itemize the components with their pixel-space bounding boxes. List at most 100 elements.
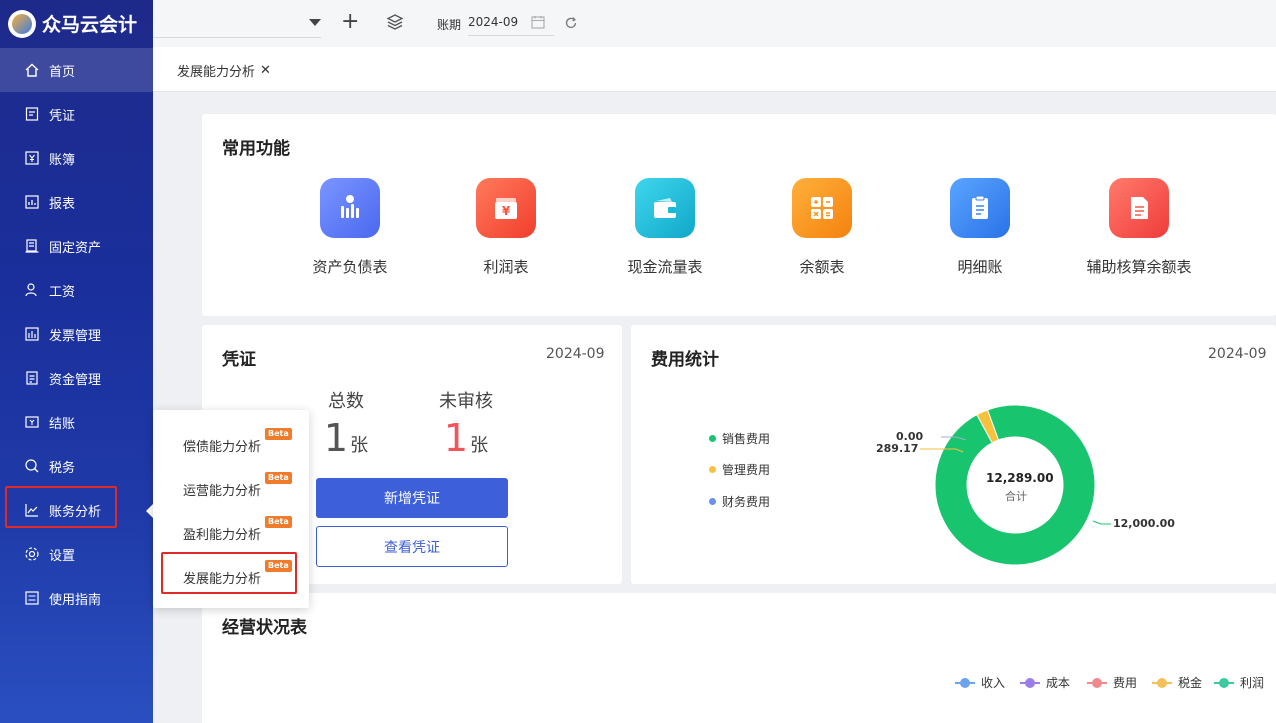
unreviewed-value: 1 — [443, 416, 469, 460]
legend-line — [1214, 677, 1234, 688]
beta-badge: Beta — [265, 472, 292, 484]
sidebar-item-label: 使用指南 — [49, 592, 102, 608]
common-functions-card: 常用功能 资产负债表 ¥ 利润表 现金流量表 余额表 明细账 辅助核算余额表 — [202, 114, 1276, 316]
leader-line-sales — [1092, 520, 1111, 525]
svg-text:¥: ¥ — [502, 204, 511, 218]
voucher-unreviewed-stat[interactable]: 未审核 1张 — [416, 387, 516, 467]
beta-badge: Beta — [265, 428, 292, 440]
legend-item-tax[interactable]: 税金 — [1152, 674, 1202, 691]
sidebar-item-label: 账簿 — [49, 152, 76, 168]
slice-label-sales: 12,000.00 — [1113, 517, 1175, 530]
submenu-label: 盈利能力分析 — [183, 528, 262, 543]
sidebar-item-label: 结账 — [49, 416, 76, 432]
document-icon — [1109, 178, 1169, 238]
submenu-label: 运营能力分析 — [183, 484, 262, 499]
legend-item-cost[interactable]: 成本 — [1020, 674, 1070, 691]
sidebar-item-invoice[interactable]: 发票管理 — [0, 312, 153, 356]
sidebar-item-tax[interactable]: 税务 — [0, 444, 153, 488]
close-icon[interactable]: ✕ — [260, 63, 271, 78]
func-detail-ledger[interactable]: 明细账 — [910, 178, 1050, 277]
sidebar-item-report[interactable]: 报表 — [0, 180, 153, 224]
sidebar-item-settings[interactable]: 设置 — [0, 532, 153, 576]
donut-center-label: 合计 — [1005, 490, 1027, 503]
report-icon — [24, 194, 40, 210]
func-label: 现金流量表 — [627, 258, 703, 276]
legend-line — [955, 677, 975, 688]
common-functions-title: 常用功能 — [222, 139, 290, 159]
func-label: 辅助核算余额表 — [1086, 258, 1192, 276]
fund-icon — [24, 370, 40, 386]
legend-item-profit[interactable]: 利润 — [1214, 674, 1264, 691]
layers-icon[interactable] — [386, 13, 404, 35]
total-unit: 张 — [350, 435, 369, 456]
fixed-asset-icon — [24, 238, 40, 254]
slice-label-admin: 289.17 — [876, 442, 919, 455]
unreviewed-label: 未审核 — [439, 391, 493, 412]
sidebar-item-ledger[interactable]: 账簿 — [0, 136, 153, 180]
view-voucher-button[interactable]: 查看凭证 — [316, 526, 508, 567]
sidebar-item-closing[interactable]: 结账 — [0, 400, 153, 444]
legend-item-expense[interactable]: 费用 — [1087, 674, 1137, 691]
gear-icon — [24, 546, 40, 562]
legend-line — [1087, 677, 1107, 688]
expense-card: 费用统计 2024-09 销售费用 管理费用 财务费用 12,289.00 合计… — [631, 325, 1276, 584]
submenu-label: 偿债能力分析 — [183, 440, 262, 455]
total-label: 总数 — [328, 391, 364, 412]
sidebar-item-label: 固定资产 — [49, 240, 102, 256]
func-aux-balance[interactable]: 辅助核算余额表 — [1069, 178, 1209, 277]
app-logo[interactable]: 众马云会计 — [0, 0, 153, 47]
highlight-box-analysis — [5, 486, 117, 528]
sidebar-item-voucher[interactable]: 凭证 — [0, 92, 153, 136]
legend-item-income[interactable]: 收入 — [955, 674, 1005, 691]
submenu-item-operating[interactable]: 运营能力分析 Beta — [183, 472, 292, 499]
sidebar-item-home[interactable]: 首页 — [0, 48, 153, 92]
submenu-item-solvency[interactable]: 偿债能力分析 Beta — [183, 428, 292, 455]
unreviewed-unit: 张 — [470, 435, 489, 456]
sidebar-item-salary[interactable]: 工资 — [0, 268, 153, 312]
func-income-statement[interactable]: ¥ 利润表 — [436, 178, 576, 277]
add-voucher-button[interactable]: 新增凭证 — [316, 478, 508, 518]
beta-badge: Beta — [265, 516, 292, 528]
func-balance-table[interactable]: 余额表 — [752, 178, 892, 277]
add-icon[interactable]: + — [341, 11, 359, 33]
legend-label: 利润 — [1240, 676, 1265, 690]
voucher-icon — [24, 106, 40, 122]
calculator-icon — [792, 178, 852, 238]
refresh-icon[interactable] — [564, 16, 578, 34]
sidebar-item-fixed-asset[interactable]: 固定资产 — [0, 224, 153, 268]
slice-sales[interactable] — [934, 404, 1096, 566]
sidebar-item-label: 工资 — [49, 284, 76, 300]
func-cash-flow[interactable]: 现金流量表 — [595, 178, 735, 277]
calendar-icon[interactable] — [531, 15, 545, 33]
func-balance-sheet[interactable]: 资产负债表 — [280, 178, 420, 277]
sidebar-item-label: 发票管理 — [49, 328, 102, 344]
submenu-item-profitability[interactable]: 盈利能力分析 Beta — [183, 516, 292, 543]
expense-donut-chart — [920, 404, 1111, 566]
clipboard-icon — [950, 178, 1010, 238]
tab-label: 发展能力分析 — [177, 65, 256, 80]
func-label: 利润表 — [483, 258, 529, 276]
highlight-box-growth — [161, 552, 297, 594]
tax-icon — [24, 458, 40, 474]
sidebar-item-label: 首页 — [49, 64, 76, 80]
sidebar-item-fund[interactable]: 资金管理 — [0, 356, 153, 400]
legend-line — [1020, 677, 1040, 688]
business-status-card: 经营状况表 — [202, 593, 1276, 723]
total-value: 1 — [323, 416, 349, 460]
sidebar-item-label: 报表 — [49, 196, 76, 212]
income-statement-icon: ¥ — [476, 178, 536, 238]
wallet-icon — [635, 178, 695, 238]
top-toolbar: + 账期 2024-09 — [153, 0, 1276, 47]
invoice-icon — [24, 326, 40, 342]
func-label: 明细账 — [957, 258, 1003, 276]
account-set-select[interactable] — [153, 8, 321, 38]
balance-sheet-icon — [320, 178, 380, 238]
legend-line — [1152, 677, 1172, 688]
voucher-period: 2024-09 — [546, 346, 605, 362]
period-label: 账期 — [437, 18, 462, 32]
ledger-icon — [24, 150, 40, 166]
tab-growth-analysis[interactable]: 发展能力分析 ✕ — [177, 61, 271, 80]
legend-label: 收入 — [981, 676, 1006, 690]
voucher-total-stat[interactable]: 总数 1张 — [296, 387, 396, 467]
sidebar-item-guide[interactable]: 使用指南 — [0, 576, 153, 620]
